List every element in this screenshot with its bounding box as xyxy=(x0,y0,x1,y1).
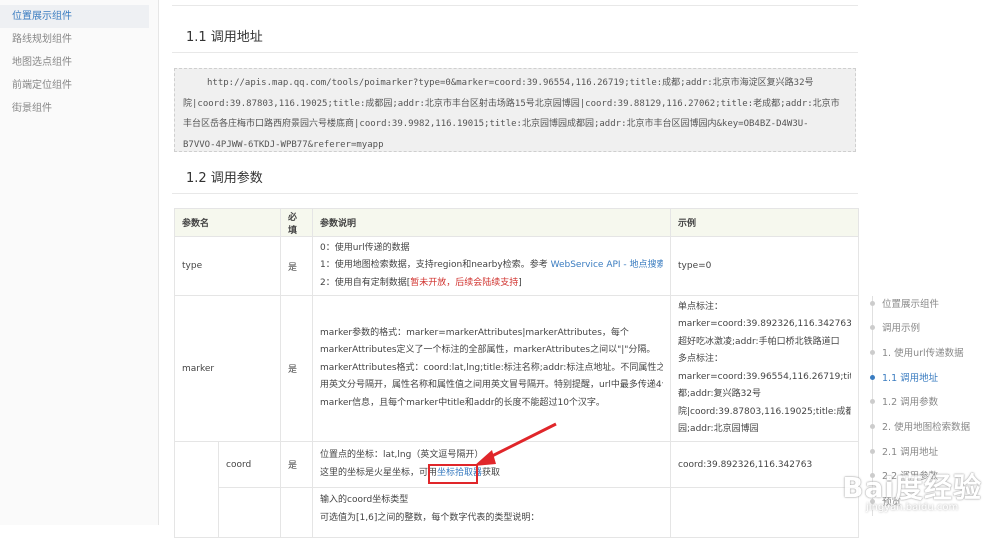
toc-bullet-icon xyxy=(870,424,875,429)
section-title-call-params: 1.2 调用参数 xyxy=(186,171,263,186)
param-name-coordtype xyxy=(217,487,282,538)
toc-item-location-display[interactable]: 位置展示组件 xyxy=(882,296,939,310)
param-name-coord: coord xyxy=(217,441,282,488)
left-sidebar: 位置展示组件 路线规划组件 地图选点组件 前端定位组件 街景组件 xyxy=(0,0,159,525)
param-required: 是 xyxy=(280,236,314,296)
param-name-marker: marker xyxy=(173,295,282,442)
code-block-url: http://apis.map.qq.com/tools/poimarker?t… xyxy=(174,68,856,152)
desc-line: markerAttributes格式：coord:lat,lng;title:标… xyxy=(320,362,664,373)
desc-line: 1：使用地图检索数据，支持region和nearby检索。参考 WebServi… xyxy=(320,257,663,275)
toc-item-call-address[interactable]: 1.1 调用地址 xyxy=(882,370,938,384)
toc-bullet-icon xyxy=(870,399,875,404)
table-row-type: type 是 0：使用url传递的数据 1：使用地图检索数据，支持region和… xyxy=(173,236,860,296)
param-description: 输入的coord坐标类型 可选值为[1,6]之间的整数，每个数字代表的类型说明： xyxy=(312,487,672,538)
params-table: 参数名 必填 参数说明 示例 type 是 0：使用url传递的数据 1：使用地… xyxy=(173,208,860,538)
desc-line: markerAttributes定义了一个标注的全部属性，markerAttri… xyxy=(320,345,656,356)
param-example xyxy=(670,487,860,538)
param-required: 是 xyxy=(280,441,314,488)
top-divider xyxy=(172,5,858,6)
desc-text: 1：使用地图检索数据，支持region和nearby检索。参考 xyxy=(320,260,551,271)
toc-bullet-icon xyxy=(870,301,875,306)
desc-text: 这里的坐标是火星坐标，可用 xyxy=(320,467,438,478)
toc-item-call-address-2[interactable]: 2.1 调用地址 xyxy=(882,444,938,458)
section-divider xyxy=(172,193,858,194)
code-line: http://apis.map.qq.com/tools/poimarker?t… xyxy=(207,78,814,88)
not-yet-open-note: 暂未开放，后续会陆续支持 xyxy=(410,277,519,288)
toc-item-map-search-data[interactable]: 2. 使用地图检索数据 xyxy=(882,419,970,433)
toc-bullet-icon xyxy=(870,325,875,330)
desc-line: 2：使用自有定制数据[暂未开放，后续会陆续支持] xyxy=(320,275,663,293)
example-line: 超好吃冰激凌;addr:手帕口桥北铁路道口 xyxy=(678,336,840,347)
example-line: 多点标注： xyxy=(678,354,724,364)
toc-bullet-icon xyxy=(870,449,875,454)
desc-line: 输入的coord坐标类型 xyxy=(320,495,409,505)
webservice-api-link[interactable]: WebService API - 地点搜索 xyxy=(551,260,663,270)
example-line: marker=coord:39.96554,116.26719;title:成 xyxy=(678,371,851,382)
example-line: marker=coord:39.892326,116.342763;title: xyxy=(678,319,852,329)
param-example: 单点标注： marker=coord:39.892326,116.342763;… xyxy=(670,295,860,442)
param-example: coord:39.892326,116.342763 xyxy=(670,441,860,488)
param-description: 0：使用url传递的数据 1：使用地图检索数据，支持region和nearby检… xyxy=(312,236,672,296)
sidebar-item-map-picker[interactable]: 地图选点组件 xyxy=(0,51,158,74)
param-required xyxy=(280,487,314,538)
section-title-call-address: 1.1 调用地址 xyxy=(186,30,263,45)
toc-item-call-example[interactable]: 调用示例 xyxy=(882,320,920,334)
desc-text: ] xyxy=(518,277,522,288)
watermark-logo: Bai度经验 xyxy=(842,471,982,504)
example-line: 院|coord:39.87803,116.19025;title:成都 xyxy=(678,406,852,417)
param-name-type: type xyxy=(173,236,282,296)
code-line: 丰台区岳各庄梅市口路西府景园六号楼底商|coord:39.9982,116.19… xyxy=(183,119,809,129)
desc-line: 可选值为[1,6]之间的整数，每个数字代表的类型说明： xyxy=(320,512,540,523)
example-line: 园;addr:北京园博园 xyxy=(678,424,759,434)
header-description: 参数说明 xyxy=(312,208,672,237)
indent-cell xyxy=(174,441,219,488)
desc-line: marker信息，且每个marker中title和addr的长度不能超过10个汉… xyxy=(320,397,605,408)
example-line: 都;addr:复兴路32号 xyxy=(678,389,762,399)
code-line: B7VVO-4PJWW-6TKDJ-WPB77&referer=myapp xyxy=(183,139,384,150)
toc-item-url-data[interactable]: 1. 使用url传递数据 xyxy=(882,345,964,359)
desc-line: marker参数的格式：marker=markerAttributes|mark… xyxy=(320,327,629,338)
header-required: 必填 xyxy=(280,208,314,237)
annotation-arrow-icon xyxy=(474,422,557,466)
sidebar-item-street-view[interactable]: 街景组件 xyxy=(0,97,158,120)
table-header-row: 参数名 必填 参数说明 示例 xyxy=(173,208,860,237)
desc-line: 0：使用url传递的数据 xyxy=(320,242,410,253)
table-row-coordtype: 输入的coord坐标类型 可选值为[1,6]之间的整数，每个数字代表的类型说明： xyxy=(174,487,860,538)
sidebar-item-frontend-location[interactable]: 前端定位组件 xyxy=(0,74,158,97)
header-example: 示例 xyxy=(670,208,860,237)
baidu-jingyan-watermark: Bai度经验 jingyan.baidu.com xyxy=(842,466,982,513)
example-line: 单点标注： xyxy=(678,301,724,312)
sidebar-item-location-display[interactable]: 位置展示组件 xyxy=(0,5,149,28)
desc-line: 用英文分号隔开，属性名称和属性值之间用英文冒号隔开。特别提醒，url中最多传递4… xyxy=(320,380,664,391)
sidebar-item-route-planning[interactable]: 路线规划组件 xyxy=(0,28,158,51)
desc-text: 2：使用自有定制数据[ xyxy=(320,277,411,288)
toc-bullet-icon xyxy=(870,350,875,355)
code-line: 院|coord:39.87803,116.19025;title:成都园;add… xyxy=(183,98,840,109)
section-divider xyxy=(172,52,858,53)
header-param-name: 参数名 xyxy=(173,208,282,237)
param-required: 是 xyxy=(280,295,314,442)
toc-item-call-params[interactable]: 1.2 调用参数 xyxy=(882,394,938,408)
toc-bullet-icon xyxy=(870,375,875,380)
indent-cell xyxy=(174,487,219,538)
param-example: type=0 xyxy=(670,236,860,296)
